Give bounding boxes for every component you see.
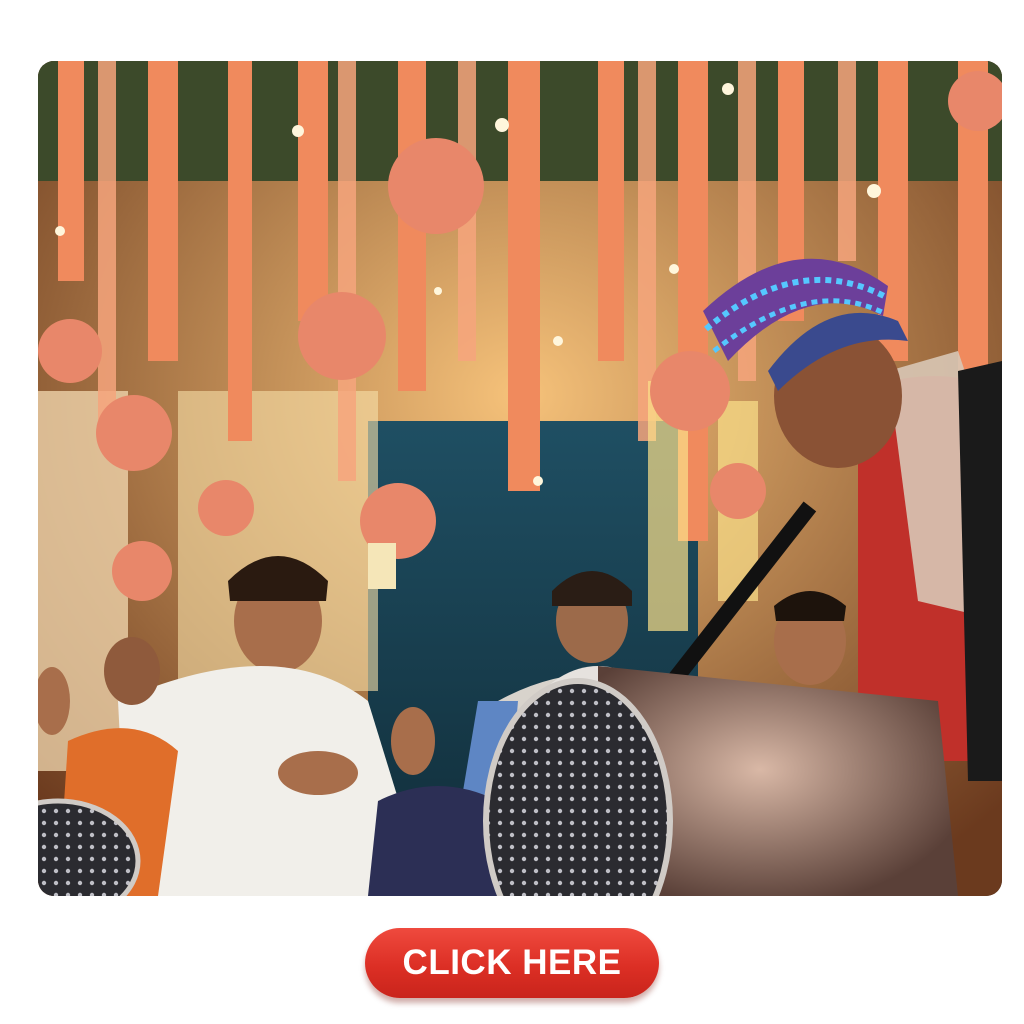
celebration-photo-illustration <box>38 61 1002 896</box>
celebration-photo <box>38 61 1002 896</box>
cta-container: CLICK HERE <box>365 928 659 1000</box>
page: CLICK HERE <box>0 0 1024 1024</box>
click-here-button[interactable]: CLICK HERE <box>365 928 659 998</box>
